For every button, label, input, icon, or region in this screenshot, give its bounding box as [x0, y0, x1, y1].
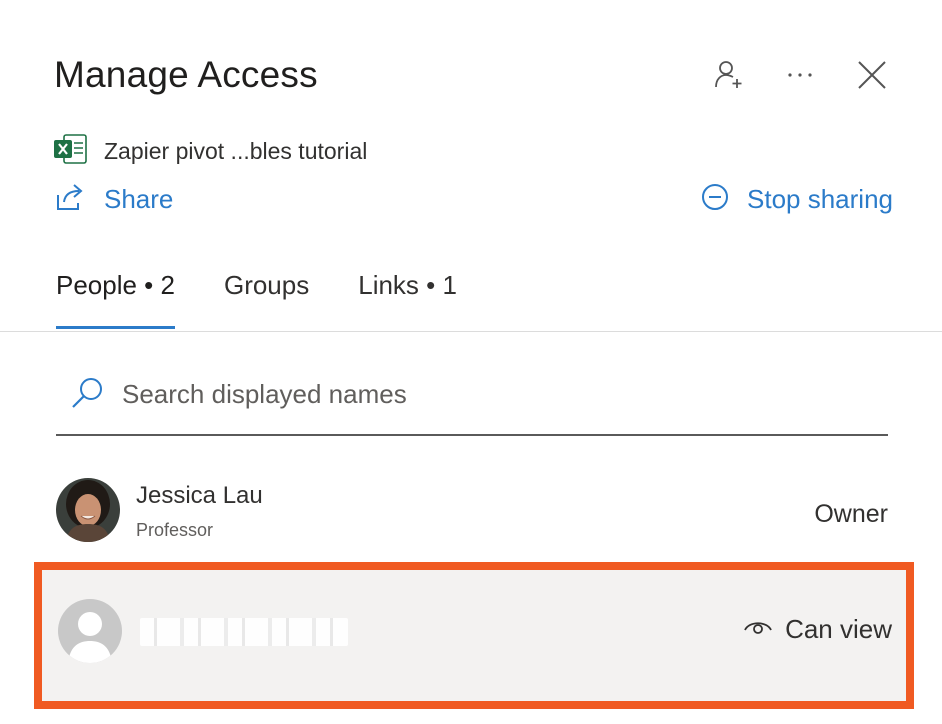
- file-name: Zapier pivot ...bles tutorial: [104, 138, 368, 164]
- tab-groups[interactable]: Groups: [224, 270, 309, 329]
- close-icon[interactable]: [855, 58, 889, 92]
- redacted-name: [140, 618, 348, 646]
- page-title: Manage Access: [54, 54, 318, 95]
- add-person-icon[interactable]: [712, 58, 746, 92]
- avatar: [58, 599, 122, 663]
- eye-icon: [743, 616, 773, 643]
- search-input[interactable]: [120, 376, 824, 412]
- tabs-divider: [0, 331, 942, 332]
- person-name: Jessica Lau: [136, 482, 263, 509]
- stop-sharing-icon: [701, 183, 729, 216]
- file-info: Zapier pivot ...bles tutorial: [54, 133, 367, 170]
- search-box: [56, 370, 888, 436]
- stop-sharing-button[interactable]: Stop sharing: [701, 183, 893, 216]
- tab-bar: People • 2 Groups Links • 1: [56, 270, 506, 329]
- person-role: Professor: [136, 520, 214, 540]
- share-button[interactable]: Share: [56, 183, 173, 216]
- search-icon: [70, 376, 104, 415]
- permission-label: Can view: [785, 614, 892, 644]
- list-item[interactable]: Jessica Lau Professor Owner: [56, 478, 888, 544]
- tab-people[interactable]: People • 2: [56, 270, 175, 329]
- excel-file-icon: [54, 133, 88, 170]
- avatar: [56, 478, 120, 542]
- permission-dropdown[interactable]: Can view: [743, 614, 892, 645]
- more-options-icon[interactable]: [783, 58, 817, 92]
- share-icon: [56, 183, 86, 216]
- permission-label: Owner: [814, 500, 888, 528]
- stop-sharing-label: Stop sharing: [747, 184, 893, 214]
- list-item[interactable]: Can view: [34, 562, 914, 709]
- tab-links[interactable]: Links • 1: [358, 270, 457, 329]
- share-label: Share: [104, 184, 174, 214]
